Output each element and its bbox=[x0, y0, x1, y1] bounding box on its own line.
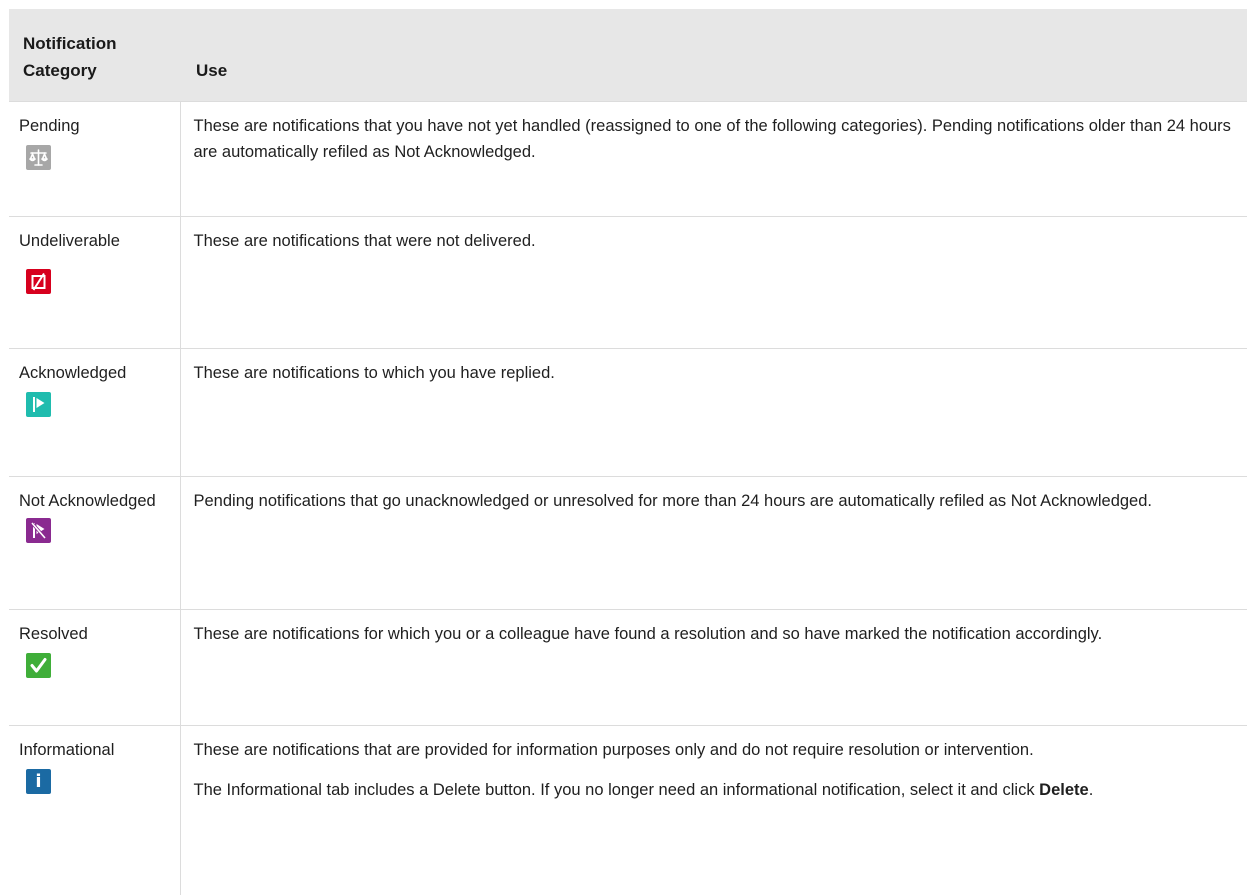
use-text-informational-delete: The Informational tab includes a Delete … bbox=[193, 780, 1094, 799]
notification-categories-table: Notification Category Use Pending These … bbox=[9, 9, 1247, 895]
undeliverable-icon bbox=[26, 268, 51, 294]
use-text-not-acknowledged: Pending notifications that go unacknowle… bbox=[193, 491, 1153, 510]
use-text-undeliverable: These are notifications that were not de… bbox=[193, 231, 536, 250]
use-cell: These are notifications that you have no… bbox=[180, 100, 1247, 216]
table-row: Acknowledged These are notifications to … bbox=[9, 347, 1247, 476]
use-text-resolved: These are notifications for which you or… bbox=[193, 624, 1103, 643]
use-cell: These are notifications to which you hav… bbox=[180, 347, 1247, 476]
flag-icon bbox=[26, 391, 51, 417]
category-cell: Undeliverable bbox=[9, 215, 181, 348]
category-cell: Resolved bbox=[9, 608, 181, 725]
table-row: Pending These are notifications that you… bbox=[9, 100, 1247, 216]
category-cell: Acknowledged bbox=[9, 347, 181, 476]
category-cell: Not Acknowledged bbox=[9, 475, 181, 609]
use-text-acknowledged: These are notifications to which you hav… bbox=[193, 363, 555, 382]
use-cell: Pending notifications that go unacknowle… bbox=[180, 475, 1247, 609]
header-use: Use bbox=[180, 9, 1247, 101]
table-row: Not Acknowledged Pending notifications t… bbox=[9, 475, 1247, 609]
use-cell: These are notifications for which you or… bbox=[180, 608, 1247, 725]
category-label-informational: Informational bbox=[19, 740, 115, 759]
use-cell: These are notifications that are provide… bbox=[180, 724, 1247, 895]
category-label-undeliverable: Undeliverable bbox=[19, 231, 120, 250]
header-notification-category: Notification Category bbox=[9, 9, 180, 101]
table-row: Resolved These are notifications for whi… bbox=[9, 608, 1247, 725]
category-label-pending: Pending bbox=[19, 116, 80, 135]
category-cell: Pending bbox=[9, 100, 181, 216]
scales-icon bbox=[26, 144, 51, 170]
table-row: Informational i These are notifications … bbox=[9, 724, 1247, 895]
category-label-not-acknowledged: Not Acknowledged bbox=[19, 491, 156, 510]
use-cell: These are notifications that were not de… bbox=[180, 215, 1247, 348]
checkmark-icon bbox=[26, 652, 51, 678]
category-label-resolved: Resolved bbox=[19, 624, 88, 643]
use-text-pending: These are notifications that you have no… bbox=[193, 116, 1231, 161]
crossed-flag-icon bbox=[26, 517, 51, 543]
category-cell: Informational i bbox=[9, 724, 181, 895]
delete-keyword: Delete bbox=[1039, 780, 1089, 799]
use-text-informational: These are notifications that are provide… bbox=[193, 740, 1034, 759]
page: Notification Category Use Pending These … bbox=[0, 0, 1247, 895]
table-row: Undeliverable These are notifications th… bbox=[9, 215, 1247, 348]
info-icon: i bbox=[26, 768, 51, 794]
category-label-acknowledged: Acknowledged bbox=[19, 363, 127, 382]
table-header-row: Notification Category Use bbox=[9, 9, 1247, 101]
